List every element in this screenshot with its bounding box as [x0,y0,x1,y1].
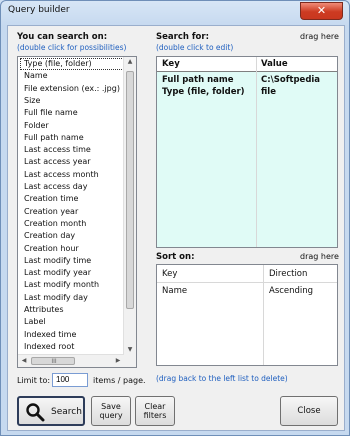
hscroll-thumb[interactable]: III [31,357,75,365]
search-col-value[interactable]: Value [261,59,288,69]
save-query-line2: query [99,411,123,420]
clear-filters-line2: filters [143,411,167,420]
list-item[interactable]: Creation day [24,231,75,240]
list-item[interactable]: Last modify day [24,293,88,302]
limit-input[interactable] [52,373,88,387]
title-bar[interactable]: Query builder ✕ [1,1,349,25]
sort-drag-here-label: drag here [300,252,339,261]
list-item[interactable]: Last access month [24,170,99,179]
sort-row-1-direction: Ascending [269,286,314,296]
search-row-2-value: file [261,87,276,97]
list-item[interactable]: Creation time [24,194,78,203]
sort-on-heading: Sort on: [156,252,195,262]
hscroll-grip: III [51,358,57,365]
list-item[interactable]: Creation year [24,207,78,216]
list-item[interactable]: Size [24,96,40,105]
scroll-up-icon[interactable]: ▲ [124,57,136,67]
search-row-1-key: Full path name [162,75,234,85]
save-query-line1: Save [101,402,121,411]
search-for-heading: Search for: [156,32,209,42]
list-item[interactable]: Last access time [24,145,91,154]
magnifier-icon [26,403,45,422]
close-icon: ✕ [316,4,327,17]
field-list[interactable]: Type (file, folder) Name File extension (e… [17,56,137,368]
list-item[interactable]: Label [24,317,46,326]
sort-col-key[interactable]: Key [162,269,177,279]
close-button[interactable]: Close [280,396,338,426]
list-item[interactable]: Indexed root [24,342,74,351]
search-drag-here-label: drag here [300,32,339,41]
window-close-button[interactable]: ✕ [300,2,343,20]
window-title: Query builder [8,5,70,15]
sort-row-1-key: Name [162,286,188,296]
scroll-left-icon[interactable]: ◀ [18,356,30,366]
list-item[interactable]: Creation hour [24,244,79,253]
list-item[interactable]: Full file name [24,108,78,117]
search-row-1-value: C:\Softpedia [261,75,321,85]
list-item[interactable]: Last modify time [24,256,91,265]
sort-col-direction[interactable]: Direction [269,269,307,279]
list-item[interactable]: Last access day [24,182,87,191]
sort-on-table[interactable]: Key Direction Name Ascending [156,264,338,366]
column-divider [256,57,257,247]
search-table-header: Key Value [157,57,337,71]
header-divider [157,71,337,72]
list-item[interactable]: File extension (ex.: .jpg) [24,84,120,93]
list-item[interactable]: Name [24,71,48,80]
column-divider [263,265,264,365]
list-item[interactable]: Creation month [24,219,86,228]
search-button[interactable]: Search [17,396,85,426]
search-for-hint: (double click to edit) [156,43,234,52]
search-col-key[interactable]: Key [162,59,180,69]
list-item[interactable]: Indexed time [24,330,76,339]
list-item[interactable]: Last access year [24,157,91,166]
clear-filters-button[interactable]: Clear filters [135,396,175,426]
search-button-label: Search [51,407,82,417]
scroll-corner [124,355,136,367]
list-item[interactable]: Last modify year [24,268,91,277]
close-button-label: Close [297,406,321,416]
list-item[interactable]: Attributes [24,305,64,314]
list-item[interactable]: Last modify month [24,280,99,289]
search-on-heading: You can search on: [17,32,108,42]
field-list-hscroll[interactable]: ◀ III ▶ [18,354,124,367]
sort-delete-hint: (drag back to the left list to delete) [156,374,288,383]
header-divider [157,282,337,283]
search-row-2-key: Type (file, folder) [162,87,245,97]
limit-label: Limit to: [17,376,51,385]
search-for-table[interactable]: Key Value Full path name C:\Softpedia Ty… [156,56,338,248]
limit-suffix: items / page. [93,376,146,385]
vscroll-thumb[interactable] [126,71,134,309]
save-query-button[interactable]: Save query [91,396,131,426]
list-item[interactable]: Folder [24,121,49,130]
dialog-client: You can search on: (double click for pos… [7,25,345,431]
scroll-down-icon[interactable]: ▼ [124,345,136,355]
search-on-hint: (double click for possibilities) [17,43,127,52]
list-item[interactable]: Type (file, folder) [24,59,92,68]
list-item[interactable]: Full path name [24,133,84,142]
query-builder-window: Query builder ✕ You can search on: (doub… [0,0,350,436]
scroll-right-icon[interactable]: ▶ [112,356,124,366]
field-list-vscroll[interactable]: ▲ ▼ [123,57,136,355]
clear-filters-line1: Clear [144,402,166,411]
